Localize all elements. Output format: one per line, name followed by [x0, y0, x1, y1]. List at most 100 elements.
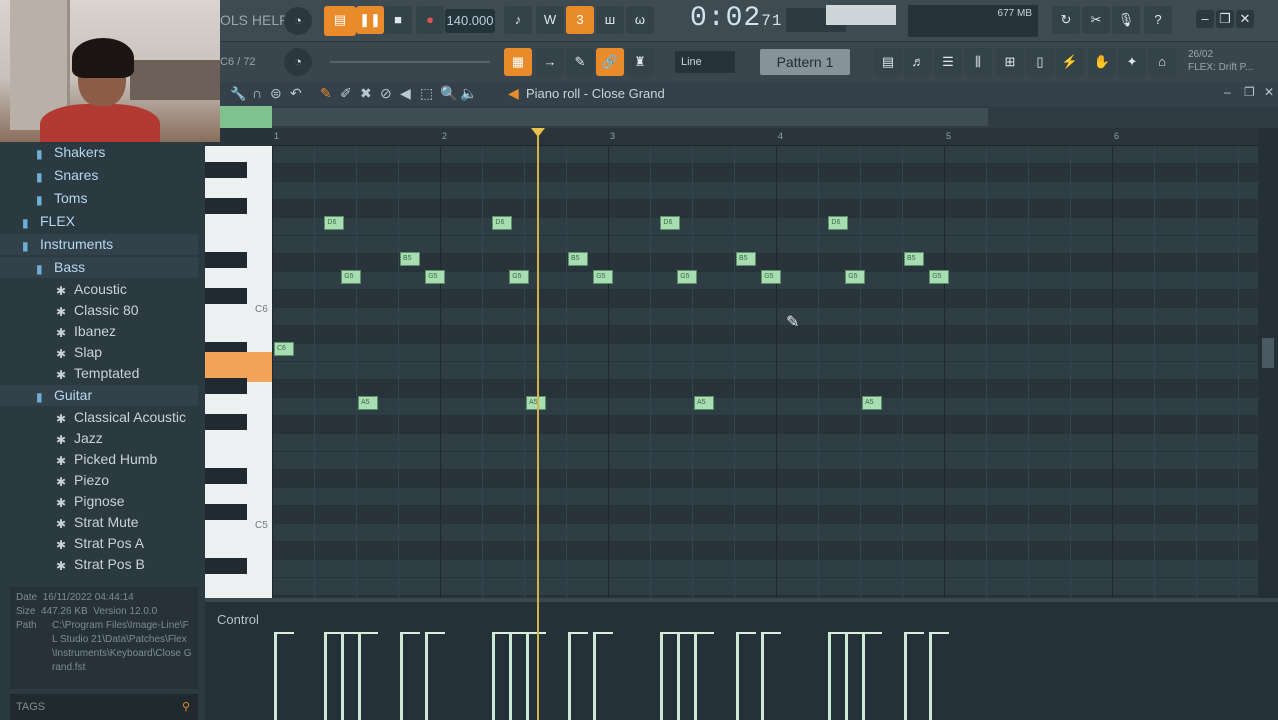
channel-rack-icon[interactable]: ☰	[934, 48, 962, 76]
browser-item-guitar[interactable]: ▮ Guitar	[0, 385, 198, 406]
pencil-tool-icon[interactable]: ✎	[566, 48, 594, 76]
browser-item-strat-pos-a[interactable]: ✱ Strat Pos A	[0, 533, 198, 554]
help-icon[interactable]: ?	[1144, 6, 1172, 34]
control-label[interactable]: Control	[217, 612, 259, 627]
microphone-icon[interactable]: 🎙	[1112, 6, 1140, 34]
browser-item-strat-pos-b[interactable]: ✱ Strat Pos B	[0, 554, 198, 575]
undo-icon[interactable]: ↶	[290, 85, 302, 102]
browser-item-temptated[interactable]: ✱ Temptated	[0, 363, 198, 384]
wait-input-icon[interactable]: W	[536, 6, 564, 34]
store-icon[interactable]: ⌂	[1148, 48, 1176, 76]
note[interactable]: A5	[694, 396, 714, 410]
snap-icon[interactable]: ▦	[504, 48, 532, 76]
minimize-window-icon[interactable]: –	[1196, 10, 1214, 28]
note[interactable]: G5	[845, 270, 866, 284]
note[interactable]: G5	[593, 270, 614, 284]
close-window-icon[interactable]: ✕	[1236, 10, 1254, 28]
slice-tool-icon[interactable]: ◀	[400, 85, 411, 102]
arrow-icon[interactable]: →	[536, 48, 564, 76]
velocity-bar[interactable]	[400, 634, 403, 720]
browser-item-picked-humb[interactable]: ✱ Picked Humb	[0, 449, 198, 470]
velocity-bar[interactable]	[324, 634, 328, 720]
stamp-icon[interactable]: ⊜	[270, 85, 282, 102]
master-volume-knob[interactable]: ◔	[284, 48, 312, 76]
magnet-icon[interactable]: ∩	[252, 85, 262, 101]
note[interactable]: D6	[828, 216, 849, 230]
typing-keyboard-icon[interactable]: ♜	[626, 48, 654, 76]
pr-maximize-icon[interactable]: ❐	[1244, 85, 1255, 99]
velocity-bar[interactable]	[274, 634, 277, 720]
browser-item-jazz[interactable]: ✱ Jazz	[0, 428, 198, 449]
snap-mode-select[interactable]: Line	[675, 51, 735, 73]
browser-item-pignose[interactable]: ✱ Pignose	[0, 491, 198, 512]
undo-history-icon[interactable]: ↻	[1052, 6, 1080, 34]
step-edit-icon[interactable]: ш	[596, 6, 624, 34]
playhead[interactable]	[531, 128, 545, 720]
velocity-bar[interactable]	[929, 634, 933, 720]
velocity-bar[interactable]	[904, 634, 907, 720]
browser-item-classic-80[interactable]: ✱ Classic 80	[0, 300, 198, 321]
note[interactable]: G5	[509, 270, 530, 284]
piano-keyboard[interactable]: C6 C5	[205, 146, 272, 598]
browser-item-piezo[interactable]: ✱ Piezo	[0, 470, 198, 491]
velocity-bar[interactable]	[341, 634, 345, 720]
playback-tool-icon[interactable]: 🔈	[460, 85, 477, 102]
note[interactable]: G5	[425, 270, 446, 284]
velocity-bar[interactable]	[677, 634, 681, 720]
event-control-lane[interactable]: Control	[205, 598, 1278, 720]
menu-tools-help[interactable]: OLS HELP	[220, 12, 288, 28]
note[interactable]: A5	[526, 396, 546, 410]
pr-close-icon[interactable]: ✕	[1264, 85, 1274, 99]
metronome-icon[interactable]: ♪	[504, 6, 532, 34]
black-key[interactable]	[205, 378, 247, 394]
search-icon[interactable]: ⚲	[182, 694, 190, 720]
velocity-bar[interactable]	[509, 634, 513, 720]
velocity-bar[interactable]	[862, 634, 865, 720]
velocity-bar[interactable]	[425, 634, 429, 720]
countdown-icon[interactable]: 3	[566, 6, 594, 34]
stop-button[interactable]: ■	[384, 6, 412, 34]
velocity-bar[interactable]	[694, 634, 697, 720]
pattern-select[interactable]: Pattern 1	[760, 49, 850, 75]
black-key[interactable]	[205, 198, 247, 214]
note[interactable]: G5	[341, 270, 362, 284]
browser-item-classical-acoustic[interactable]: ✱ Classical Acoustic	[0, 407, 198, 428]
velocity-bar[interactable]	[358, 634, 361, 720]
black-key[interactable]	[205, 252, 247, 268]
mute-tool-icon[interactable]: ⊘	[380, 85, 392, 102]
restore-window-icon[interactable]: ❐	[1216, 10, 1234, 28]
note[interactable]: B5	[736, 252, 756, 266]
zoom-tool-icon[interactable]: 🔍	[440, 85, 457, 102]
black-key[interactable]	[205, 162, 247, 178]
piano-roll-icon[interactable]: ♬	[904, 48, 932, 76]
browser-item-acoustic[interactable]: ✱ Acoustic	[0, 279, 198, 300]
browser-item-shakers[interactable]: ▮ Shakers	[0, 142, 198, 163]
note[interactable]: G5	[761, 270, 782, 284]
browser-item-snares[interactable]: ▮ Snares	[0, 165, 198, 186]
velocity-bar[interactable]	[526, 634, 529, 720]
velocity-bar[interactable]	[845, 634, 849, 720]
note[interactable]: D6	[324, 216, 345, 230]
delete-tool-icon[interactable]: ✖	[360, 85, 372, 102]
velocity-bar[interactable]	[568, 634, 571, 720]
plugin-icon[interactable]: ⚡	[1056, 48, 1084, 76]
browser-item-strat-mute[interactable]: ✱ Strat Mute	[0, 512, 198, 533]
velocity-bar[interactable]	[828, 634, 832, 720]
piano-roll-overview[interactable]	[220, 106, 1278, 128]
note[interactable]: A5	[862, 396, 882, 410]
overview-window[interactable]	[272, 108, 988, 126]
pr-minimize-icon[interactable]: –	[1224, 85, 1231, 99]
velocity-bar[interactable]	[660, 634, 664, 720]
tempo-tapper-icon[interactable]: ✦	[1118, 48, 1146, 76]
note[interactable]: B5	[568, 252, 588, 266]
playlist-icon[interactable]: ▤	[874, 48, 902, 76]
note[interactable]: G5	[677, 270, 698, 284]
paint-tool-icon[interactable]: ✐	[340, 85, 352, 102]
black-key[interactable]	[205, 504, 247, 520]
pattern-song-toggle[interactable]: ▤	[324, 6, 356, 36]
browser-icon[interactable]: ⊞	[996, 48, 1024, 76]
browser-item-bass[interactable]: ▮ Bass	[0, 257, 198, 278]
master-volume-slider[interactable]	[330, 61, 490, 63]
timeline-ruler[interactable]: 1 2 3 4 5 6	[272, 128, 1258, 146]
select-tool-icon[interactable]: ⬚	[420, 85, 433, 102]
